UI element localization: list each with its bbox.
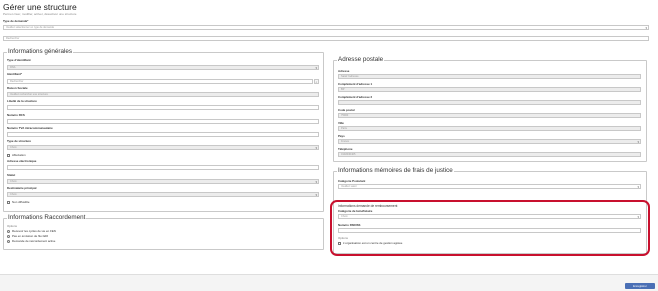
type-struct-label: Type de structure — [7, 139, 32, 143]
type-id-label: Type d'identifiant — [7, 58, 31, 62]
chevron-down-icon: ▾ — [315, 66, 317, 70]
option-raccordement-label: Demande de raccordement active — [12, 239, 56, 243]
tva-label: Numéro TVA intracommunautaire — [7, 126, 53, 130]
destinataire-value: Choix — [10, 193, 17, 196]
save-button[interactable]: Enregistrer — [625, 283, 655, 289]
rcs-input[interactable] — [7, 119, 319, 124]
highlight-box — [330, 200, 650, 256]
search-icon[interactable]: ⌕ — [314, 79, 319, 84]
tva-input[interactable] — [7, 132, 319, 137]
comp2-input[interactable] — [338, 100, 641, 105]
pays-value: France — [341, 140, 350, 143]
raccordement-panel — [3, 218, 324, 250]
search-input[interactable]: Rechercher — [3, 36, 649, 41]
non-diffusible-label: Non diffusible — [12, 200, 30, 204]
statut-label: Statut — [7, 173, 16, 177]
adresse-label: Adresse — [338, 69, 350, 73]
justice-legend: Informations mémoires de frais de justic… — [337, 167, 454, 174]
chevron-down-icon: ▾ — [637, 185, 639, 189]
raison-label: Raison Sociale — [7, 86, 28, 90]
option-cycles-label: Recevoir les cycles de vie en FEN — [12, 229, 56, 233]
ville-input[interactable]: Paris — [338, 126, 641, 131]
general-legend: Informations générales — [7, 48, 74, 55]
statut-select[interactable]: Choix ▾ — [7, 179, 319, 184]
adresse-elec-label: Adresse électronique — [7, 159, 37, 163]
type-struct-select[interactable]: Choix ▾ — [7, 145, 319, 150]
adresse-input[interactable]: Saisir l'adresse — [338, 74, 641, 79]
type-demande-value: Veuillez sélectionner un type de demande — [6, 26, 55, 29]
footer-bar — [0, 274, 658, 291]
identifiant-label: Identifiant* — [7, 72, 22, 76]
type-id-value: RNA — [10, 66, 16, 69]
non-diffusible-checkbox[interactable] — [7, 201, 11, 205]
option-emission-label: Pas en émission de flux EDI — [12, 234, 49, 238]
affectation-label: Affectation — [12, 153, 26, 157]
pays-select[interactable]: France ▾ — [338, 139, 641, 144]
comp2-label: Complément d'adresse 2 — [338, 95, 373, 99]
destinataire-label: Destinataire principal — [7, 186, 37, 190]
cp-label: Code postal — [338, 108, 355, 112]
categorie-select[interactable]: Veuillez saisir ▾ — [338, 184, 641, 189]
tel-input[interactable]: 0102030405 — [338, 152, 641, 157]
tel-label: Téléphone — [338, 147, 353, 151]
rcs-label: Numéro RCS — [7, 113, 25, 117]
type-demande-select[interactable]: Veuillez sélectionner un type de demande… — [3, 25, 649, 30]
categorie-value: Veuillez saisir — [341, 185, 357, 188]
ville-label: Ville — [338, 121, 344, 125]
chevron-down-icon: ▾ — [637, 140, 639, 144]
affectation-checkbox[interactable] — [7, 154, 11, 158]
pays-label: Pays — [338, 134, 345, 138]
chevron-down-icon: ▾ — [645, 26, 647, 30]
comp1-input[interactable]: BP — [338, 87, 641, 92]
categorie-label: Catégorie Postulant — [338, 179, 366, 183]
chevron-down-icon: ▾ — [315, 146, 317, 150]
libelle-label: Libellé de la structure — [7, 99, 37, 103]
raison-input[interactable]: Veuillez rechercher une structure — [7, 92, 319, 97]
libelle-input[interactable] — [7, 105, 319, 110]
postale-legend: Adresse postale — [337, 56, 385, 63]
cp-input[interactable]: 75000 — [338, 113, 641, 118]
statut-value: Choix — [10, 180, 17, 183]
raccordement-options-label: Options — [7, 224, 17, 228]
raccordement-legend: Informations Raccordement — [7, 214, 87, 221]
identifiant-input[interactable]: Rechercher — [7, 79, 313, 84]
type-id-select[interactable]: RNA ▾ — [7, 65, 319, 70]
destinataire-select[interactable]: Choix ▾ — [7, 192, 319, 197]
type-struct-value: Choix — [10, 146, 17, 149]
adresse-elec-input[interactable] — [7, 165, 319, 170]
type-demande-label: Type de demande* — [3, 19, 29, 23]
chevron-down-icon: ▾ — [315, 193, 317, 197]
page-title: Gérer une structure — [3, 2, 77, 12]
page-subtitle: Permet créer, modifier, activer, désacti… — [3, 12, 77, 16]
chevron-down-icon: ▾ — [315, 180, 317, 184]
comp1-label: Complément d'adresse 1 — [338, 82, 373, 86]
